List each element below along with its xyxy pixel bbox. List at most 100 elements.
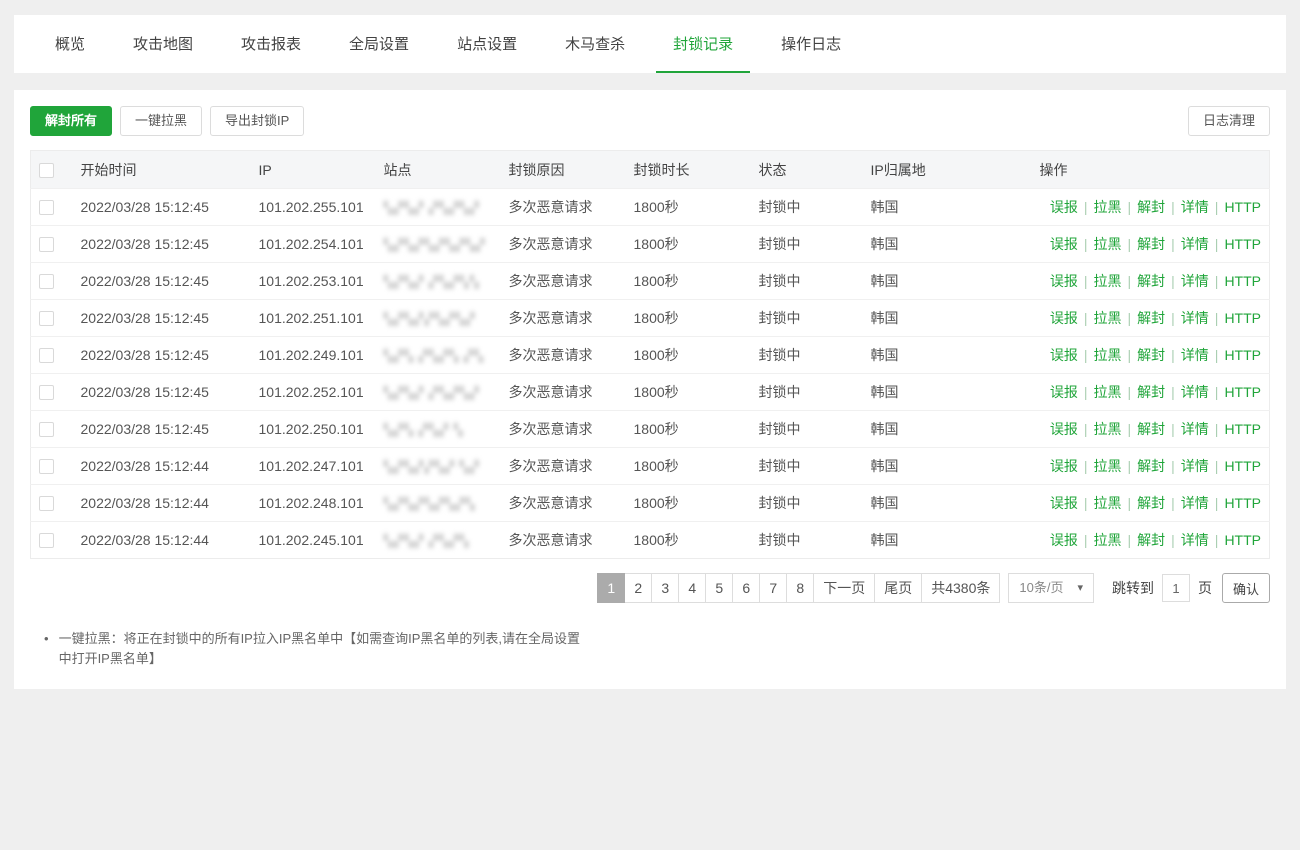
row-checkbox[interactable] bbox=[39, 311, 54, 326]
http-link[interactable]: HTTP bbox=[1224, 273, 1261, 289]
row-checkbox[interactable] bbox=[39, 459, 54, 474]
op-separator: | bbox=[1215, 458, 1219, 474]
false-positive-link[interactable]: 误报 bbox=[1050, 421, 1078, 437]
op-separator: | bbox=[1171, 421, 1175, 437]
unblock-link[interactable]: 解封 bbox=[1137, 495, 1165, 511]
unblock-link[interactable]: 解封 bbox=[1137, 347, 1165, 363]
redacted-site-name: ▚▞▚▞ ▞▚▞▚▞ bbox=[384, 201, 480, 215]
false-positive-link[interactable]: 误报 bbox=[1050, 199, 1078, 215]
table-header-row: 开始时间 IP 站点 封锁原因 封锁时长 状态 IP归属地 操作 bbox=[31, 151, 1270, 189]
false-positive-link[interactable]: 误报 bbox=[1050, 495, 1078, 511]
details-link[interactable]: 详情 bbox=[1181, 421, 1209, 437]
page-button-7[interactable]: 7 bbox=[759, 573, 787, 603]
page-button-6[interactable]: 6 bbox=[732, 573, 760, 603]
tab-木马查杀[interactable]: 木马查杀 bbox=[548, 15, 642, 73]
tab-站点设置[interactable]: 站点设置 bbox=[440, 15, 534, 73]
row-checkbox[interactable] bbox=[39, 533, 54, 548]
unblock-link[interactable]: 解封 bbox=[1137, 273, 1165, 289]
tab-全局设置[interactable]: 全局设置 bbox=[332, 15, 426, 73]
page-size-select[interactable]: 10条/页 ▾ bbox=[1008, 573, 1094, 603]
cell-status: 封锁中 bbox=[751, 189, 863, 226]
cell-block-duration: 1800秒 bbox=[626, 448, 751, 485]
http-link[interactable]: HTTP bbox=[1224, 458, 1261, 474]
redacted-site-name: ▚▞▚ ▞▚▞ ▚ bbox=[384, 423, 464, 437]
unblock-link[interactable]: 解封 bbox=[1137, 199, 1165, 215]
details-link[interactable]: 详情 bbox=[1181, 384, 1209, 400]
false-positive-link[interactable]: 误报 bbox=[1050, 458, 1078, 474]
http-link[interactable]: HTTP bbox=[1224, 421, 1261, 437]
http-link[interactable]: HTTP bbox=[1224, 532, 1261, 548]
http-link[interactable]: HTTP bbox=[1224, 236, 1261, 252]
page-button-5[interactable]: 5 bbox=[705, 573, 733, 603]
false-positive-link[interactable]: 误报 bbox=[1050, 532, 1078, 548]
unblock-link[interactable]: 解封 bbox=[1137, 236, 1165, 252]
blacklist-link[interactable]: 拉黑 bbox=[1094, 199, 1122, 215]
details-link[interactable]: 详情 bbox=[1181, 273, 1209, 289]
blacklist-link[interactable]: 拉黑 bbox=[1094, 458, 1122, 474]
details-link[interactable]: 详情 bbox=[1181, 310, 1209, 326]
blacklist-link[interactable]: 拉黑 bbox=[1094, 421, 1122, 437]
false-positive-link[interactable]: 误报 bbox=[1050, 384, 1078, 400]
details-link[interactable]: 详情 bbox=[1181, 199, 1209, 215]
cell-operations: 误报|拉黑|解封|详情|HTTP bbox=[1032, 337, 1270, 374]
confirm-button[interactable]: 确认 bbox=[1222, 573, 1270, 603]
row-checkbox[interactable] bbox=[39, 422, 54, 437]
unblock-link[interactable]: 解封 bbox=[1137, 421, 1165, 437]
table-row: 2022/03/28 15:12:45 101.202.254.101 ▚▞▚▞… bbox=[31, 226, 1270, 263]
tab-操作日志[interactable]: 操作日志 bbox=[764, 15, 858, 73]
false-positive-link[interactable]: 误报 bbox=[1050, 310, 1078, 326]
row-checkbox[interactable] bbox=[39, 274, 54, 289]
tab-概览[interactable]: 概览 bbox=[38, 15, 102, 73]
blacklist-link[interactable]: 拉黑 bbox=[1094, 236, 1122, 252]
export-blocked-ip-button[interactable]: 导出封锁IP bbox=[210, 106, 304, 136]
details-link[interactable]: 详情 bbox=[1181, 236, 1209, 252]
http-link[interactable]: HTTP bbox=[1224, 199, 1261, 215]
details-link[interactable]: 详情 bbox=[1181, 458, 1209, 474]
false-positive-link[interactable]: 误报 bbox=[1050, 236, 1078, 252]
http-link[interactable]: HTTP bbox=[1224, 347, 1261, 363]
http-link[interactable]: HTTP bbox=[1224, 310, 1261, 326]
next-page-button[interactable]: 下一页 bbox=[813, 573, 875, 603]
blacklist-link[interactable]: 拉黑 bbox=[1094, 532, 1122, 548]
row-checkbox[interactable] bbox=[39, 348, 54, 363]
select-all-checkbox[interactable] bbox=[39, 163, 54, 178]
page-button-8[interactable]: 8 bbox=[786, 573, 814, 603]
redacted-site-name: ▚▞▚▞ ▞▚▞▚ bbox=[384, 534, 470, 548]
unblock-link[interactable]: 解封 bbox=[1137, 458, 1165, 474]
tab-攻击报表[interactable]: 攻击报表 bbox=[224, 15, 318, 73]
jump-page-input[interactable] bbox=[1162, 574, 1190, 602]
page-button-1[interactable]: 1 bbox=[597, 573, 625, 603]
details-link[interactable]: 详情 bbox=[1181, 532, 1209, 548]
row-checkbox[interactable] bbox=[39, 200, 54, 215]
row-checkbox[interactable] bbox=[39, 385, 54, 400]
false-positive-link[interactable]: 误报 bbox=[1050, 273, 1078, 289]
false-positive-link[interactable]: 误报 bbox=[1050, 347, 1078, 363]
cell-site: ▚▞▚▞ ▞▚▞▚▚ bbox=[376, 263, 501, 300]
http-link[interactable]: HTTP bbox=[1224, 495, 1261, 511]
op-separator: | bbox=[1084, 310, 1088, 326]
page-button-2[interactable]: 2 bbox=[624, 573, 652, 603]
blacklist-link[interactable]: 拉黑 bbox=[1094, 273, 1122, 289]
details-link[interactable]: 详情 bbox=[1181, 347, 1209, 363]
blacklist-all-button[interactable]: 一键拉黑 bbox=[120, 106, 202, 136]
blacklist-link[interactable]: 拉黑 bbox=[1094, 495, 1122, 511]
last-page-button[interactable]: 尾页 bbox=[874, 573, 922, 603]
unblock-link[interactable]: 解封 bbox=[1137, 310, 1165, 326]
blacklist-link[interactable]: 拉黑 bbox=[1094, 310, 1122, 326]
op-separator: | bbox=[1084, 236, 1088, 252]
tab-封锁记录[interactable]: 封锁记录 bbox=[656, 15, 750, 73]
unblock-link[interactable]: 解封 bbox=[1137, 532, 1165, 548]
details-link[interactable]: 详情 bbox=[1181, 495, 1209, 511]
blacklist-link[interactable]: 拉黑 bbox=[1094, 347, 1122, 363]
page-button-3[interactable]: 3 bbox=[651, 573, 679, 603]
log-clean-button[interactable]: 日志清理 bbox=[1188, 106, 1270, 136]
http-link[interactable]: HTTP bbox=[1224, 384, 1261, 400]
unblock-all-button[interactable]: 解封所有 bbox=[30, 106, 112, 136]
unblock-link[interactable]: 解封 bbox=[1137, 384, 1165, 400]
row-checkbox[interactable] bbox=[39, 237, 54, 252]
page-button-4[interactable]: 4 bbox=[678, 573, 706, 603]
blacklist-link[interactable]: 拉黑 bbox=[1094, 384, 1122, 400]
tab-攻击地图[interactable]: 攻击地图 bbox=[116, 15, 210, 73]
row-checkbox[interactable] bbox=[39, 496, 54, 511]
op-separator: | bbox=[1171, 310, 1175, 326]
